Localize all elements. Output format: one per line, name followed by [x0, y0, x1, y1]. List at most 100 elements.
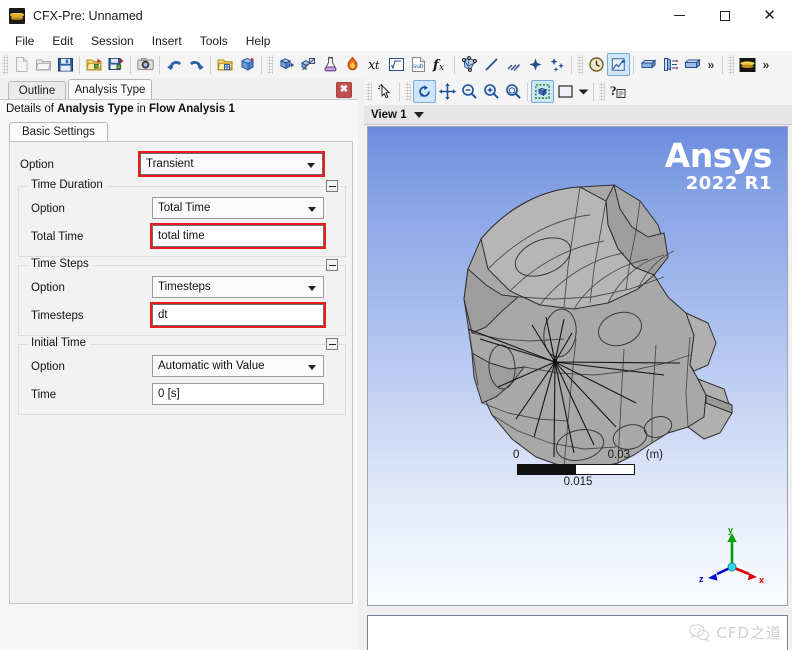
window-controls: ✕: [657, 0, 792, 31]
interface-icon[interactable]: [659, 54, 681, 76]
help-context-icon[interactable]: ?: [607, 81, 629, 103]
initial-time-option-combo[interactable]: Automatic with Value: [152, 355, 324, 377]
toolbar-grip[interactable]: [599, 82, 605, 101]
option-combo-value: Transient: [146, 158, 194, 170]
cfx-app-icon: [9, 7, 25, 24]
monitor-plot-icon[interactable]: [607, 53, 630, 76]
total-time-input[interactable]: total time: [150, 223, 326, 249]
time-duration-option-combo[interactable]: Total Time: [152, 197, 324, 219]
save-case-icon[interactable]: [105, 54, 127, 76]
tab-analysis-type[interactable]: Analysis Type: [68, 79, 152, 99]
toolbar-grip[interactable]: [405, 82, 411, 101]
redo-arrow-icon[interactable]: [185, 54, 207, 76]
chevron-down-icon[interactable]: [413, 111, 424, 118]
time-row: Time: [31, 384, 56, 406]
line-icon[interactable]: [480, 54, 502, 76]
import-case-icon[interactable]: [83, 54, 105, 76]
toolbar-separator: [261, 55, 262, 74]
toolbar-separator: [722, 55, 723, 74]
rotate-icon[interactable]: [413, 80, 436, 103]
axis-z-label: z: [699, 574, 704, 584]
flask-material-icon[interactable]: [319, 54, 341, 76]
initial-time-option-row: Option: [31, 356, 65, 378]
solid-block-icon[interactable]: [637, 54, 659, 76]
cfx-launch-icon[interactable]: [736, 54, 758, 76]
time-duration-option-value: Total Time: [158, 202, 211, 214]
overflow-chevron-icon[interactable]: »: [758, 54, 774, 76]
viewport-layout-dropdown-icon[interactable]: [576, 81, 590, 103]
flame-reaction-icon[interactable]: [341, 54, 363, 76]
function-fx-icon[interactable]: fx: [429, 54, 451, 76]
time-value: 0 [s]: [158, 388, 180, 400]
group-time-duration-title: Time Duration: [27, 179, 107, 191]
menu-edit[interactable]: Edit: [43, 32, 82, 50]
zoom-fit-icon[interactable]: [502, 81, 524, 103]
toolbar-grip[interactable]: [728, 55, 734, 74]
option-combo[interactable]: Transient: [138, 151, 325, 177]
toolbar-grip[interactable]: [2, 55, 8, 74]
viewport-toolbar: ?: [364, 78, 792, 106]
mesh-region-icon[interactable]: [458, 54, 480, 76]
total-time-row: Total Time: [31, 226, 83, 248]
camera-snapshot-icon[interactable]: [134, 54, 156, 76]
lines-icon[interactable]: [502, 54, 524, 76]
maximize-button[interactable]: [702, 0, 747, 31]
svg-text:t: t: [375, 59, 380, 72]
timestep-clock-icon[interactable]: [585, 54, 607, 76]
viewport-layout-icon[interactable]: [554, 81, 576, 103]
tab-outline[interactable]: Outline: [8, 81, 66, 99]
menu-bar: File Edit Session Insert Tools Help: [0, 31, 792, 51]
group-initial-time-collapse-icon[interactable]: [326, 338, 338, 350]
zoom-box-icon[interactable]: [458, 81, 480, 103]
svg-text:?: ?: [610, 83, 617, 98]
title-bar: CFX-Pre: Unnamed ✕: [0, 0, 792, 31]
sqrt-expression-icon[interactable]: [385, 54, 407, 76]
group-time-steps-collapse-icon[interactable]: [326, 259, 338, 271]
time-input[interactable]: 0 [s]: [152, 383, 324, 405]
toolbar-separator: [527, 82, 528, 101]
viewport-3d[interactable]: Ansys 2022 R1 0 0.03 (m) 0.015 y x z: [367, 126, 788, 606]
point-icon[interactable]: [524, 54, 546, 76]
time-steps-option-combo[interactable]: Timesteps: [152, 276, 324, 298]
new-file-icon[interactable]: [10, 54, 32, 76]
menu-help[interactable]: Help: [237, 32, 280, 50]
zoom-in-icon[interactable]: [480, 81, 502, 103]
scale-unit-label: (m): [645, 449, 663, 461]
toolbar-separator: [79, 55, 80, 74]
points-cloud-icon[interactable]: [546, 54, 568, 76]
subdomain-icon[interactable]: sub: [407, 54, 429, 76]
open-folder-icon[interactable]: [32, 54, 54, 76]
expression-icon[interactable]: xt: [363, 54, 385, 76]
select-pointer-icon[interactable]: [374, 81, 396, 103]
solver-control-icon[interactable]: [681, 54, 703, 76]
minimize-button[interactable]: [657, 0, 702, 31]
axis-triad[interactable]: y x z: [695, 525, 769, 593]
overflow-chevron-icon[interactable]: »: [703, 54, 719, 76]
menu-session[interactable]: Session: [82, 32, 143, 50]
menu-file[interactable]: File: [6, 32, 43, 50]
scale-min-label: 0: [513, 449, 520, 461]
total-time-label: Total Time: [31, 231, 84, 243]
timesteps-input[interactable]: dt: [150, 302, 326, 328]
selection-mode-icon[interactable]: [531, 80, 554, 103]
initial-time-option-value: Automatic with Value: [158, 360, 265, 372]
tab-basic-settings[interactable]: Basic Settings: [9, 122, 108, 142]
pan-icon[interactable]: [436, 81, 458, 103]
open-mesh-icon[interactable]: [214, 54, 236, 76]
group-time-duration: Time Duration Option Total Time Total Ti…: [18, 179, 346, 257]
toolbar-grip[interactable]: [366, 82, 372, 101]
domain-icon[interactable]: [275, 54, 297, 76]
toolbar-grip[interactable]: [577, 55, 583, 74]
menu-insert[interactable]: Insert: [143, 32, 191, 50]
define-mesh-cube-icon[interactable]: [236, 54, 258, 76]
undo-arrow-icon[interactable]: [163, 54, 185, 76]
details-object: Analysis Type: [57, 103, 134, 115]
toolbar-grip[interactable]: [267, 55, 273, 74]
boundary-icon[interactable]: [297, 54, 319, 76]
panel-close-icon[interactable]: ✖: [336, 82, 352, 98]
close-button[interactable]: ✕: [747, 0, 792, 31]
save-disk-icon[interactable]: [54, 54, 76, 76]
group-time-duration-collapse-icon[interactable]: [326, 180, 338, 192]
toolbar-separator: [210, 55, 211, 74]
menu-tools[interactable]: Tools: [191, 32, 237, 50]
